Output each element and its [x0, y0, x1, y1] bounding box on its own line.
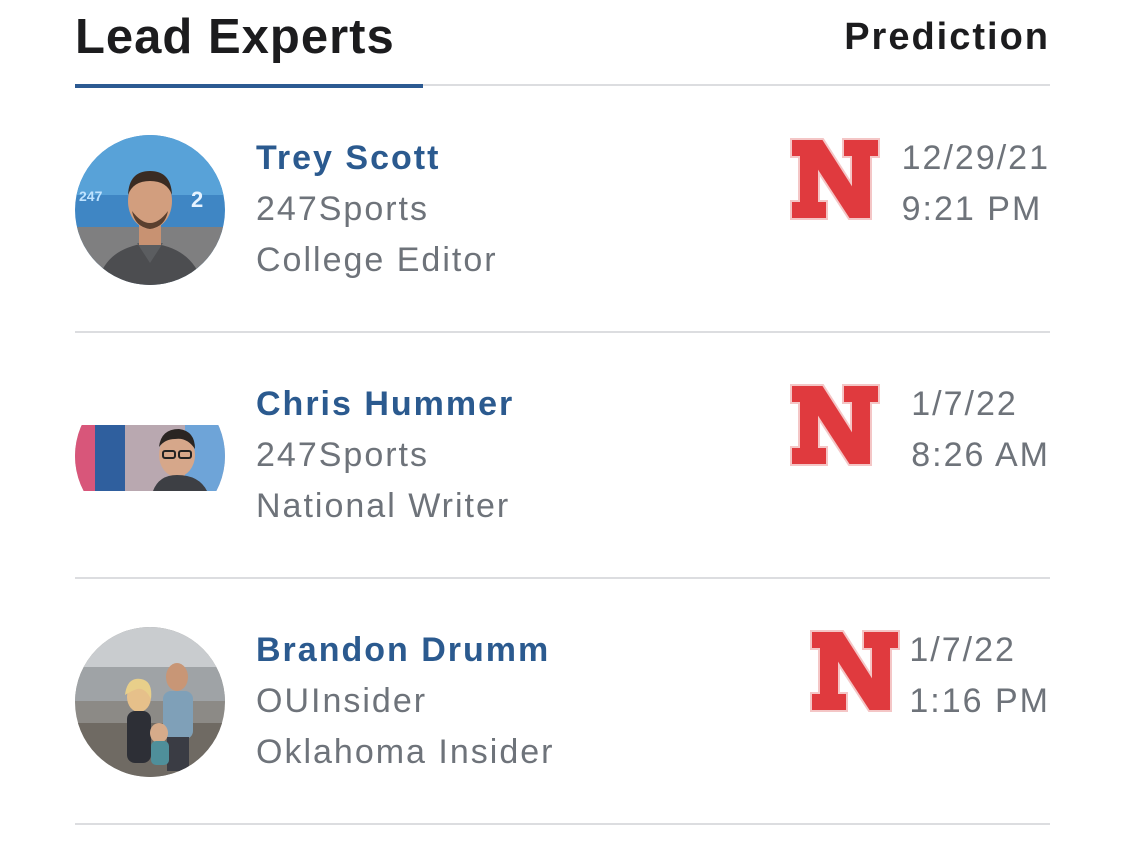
nebraska-n-logo-icon [789, 383, 881, 467]
expert-outlet: OUInsider [256, 682, 428, 720]
prediction-timestamp: 1/7/22 8:26 AM [911, 379, 1050, 481]
svg-text:2: 2 [191, 187, 203, 212]
expert-outlet: 247Sports [256, 190, 429, 228]
svg-text:247: 247 [79, 188, 103, 204]
section-header: Lead Experts Prediction [75, 0, 1050, 88]
avatar[interactable] [75, 627, 225, 777]
prediction-time: 8:26 AM [911, 436, 1050, 474]
prediction-timestamp: 1/7/22 1:16 PM [909, 625, 1050, 727]
nebraska-n-logo-icon [809, 629, 901, 713]
expert-role: National Writer [256, 487, 511, 525]
nebraska-n-logo-icon [789, 137, 881, 221]
expert-info: Brandon Drumm OUInsider Oklahoma Insider [256, 625, 554, 778]
expert-name[interactable]: Chris Hummer [256, 379, 514, 430]
expert-row[interactable]: 247 2 Trey Scott 247Sports College Edito… [75, 87, 1050, 333]
prediction-timestamp: 12/29/21 9:21 PM [902, 133, 1050, 235]
avatar[interactable] [75, 381, 225, 531]
prediction-time: 9:21 PM [901, 190, 1043, 228]
avatar[interactable]: 247 2 [75, 135, 225, 285]
expert-role: Oklahoma Insider [256, 733, 555, 771]
expert-name[interactable]: Trey Scott [256, 133, 498, 184]
expert-row[interactable]: Chris Hummer 247Sports National Writer 1… [75, 333, 1050, 579]
prediction-date: 1/7/22 [909, 631, 1016, 669]
row-divider [75, 823, 1050, 825]
expert-info: Chris Hummer 247Sports National Writer [256, 379, 514, 532]
expert-role: College Editor [256, 241, 498, 279]
prediction-date: 1/7/22 [911, 385, 1018, 423]
expert-outlet: 247Sports [256, 436, 429, 474]
prediction-time: 1:16 PM [909, 682, 1050, 720]
expert-row[interactable]: Brandon Drumm OUInsider Oklahoma Insider… [75, 579, 1050, 825]
expert-name[interactable]: Brandon Drumm [256, 625, 554, 676]
prediction-column-header: Prediction [844, 16, 1050, 58]
page-title: Lead Experts [75, 10, 395, 64]
prediction-date: 12/29/21 [901, 139, 1050, 177]
expert-info: Trey Scott 247Sports College Editor [256, 133, 498, 286]
